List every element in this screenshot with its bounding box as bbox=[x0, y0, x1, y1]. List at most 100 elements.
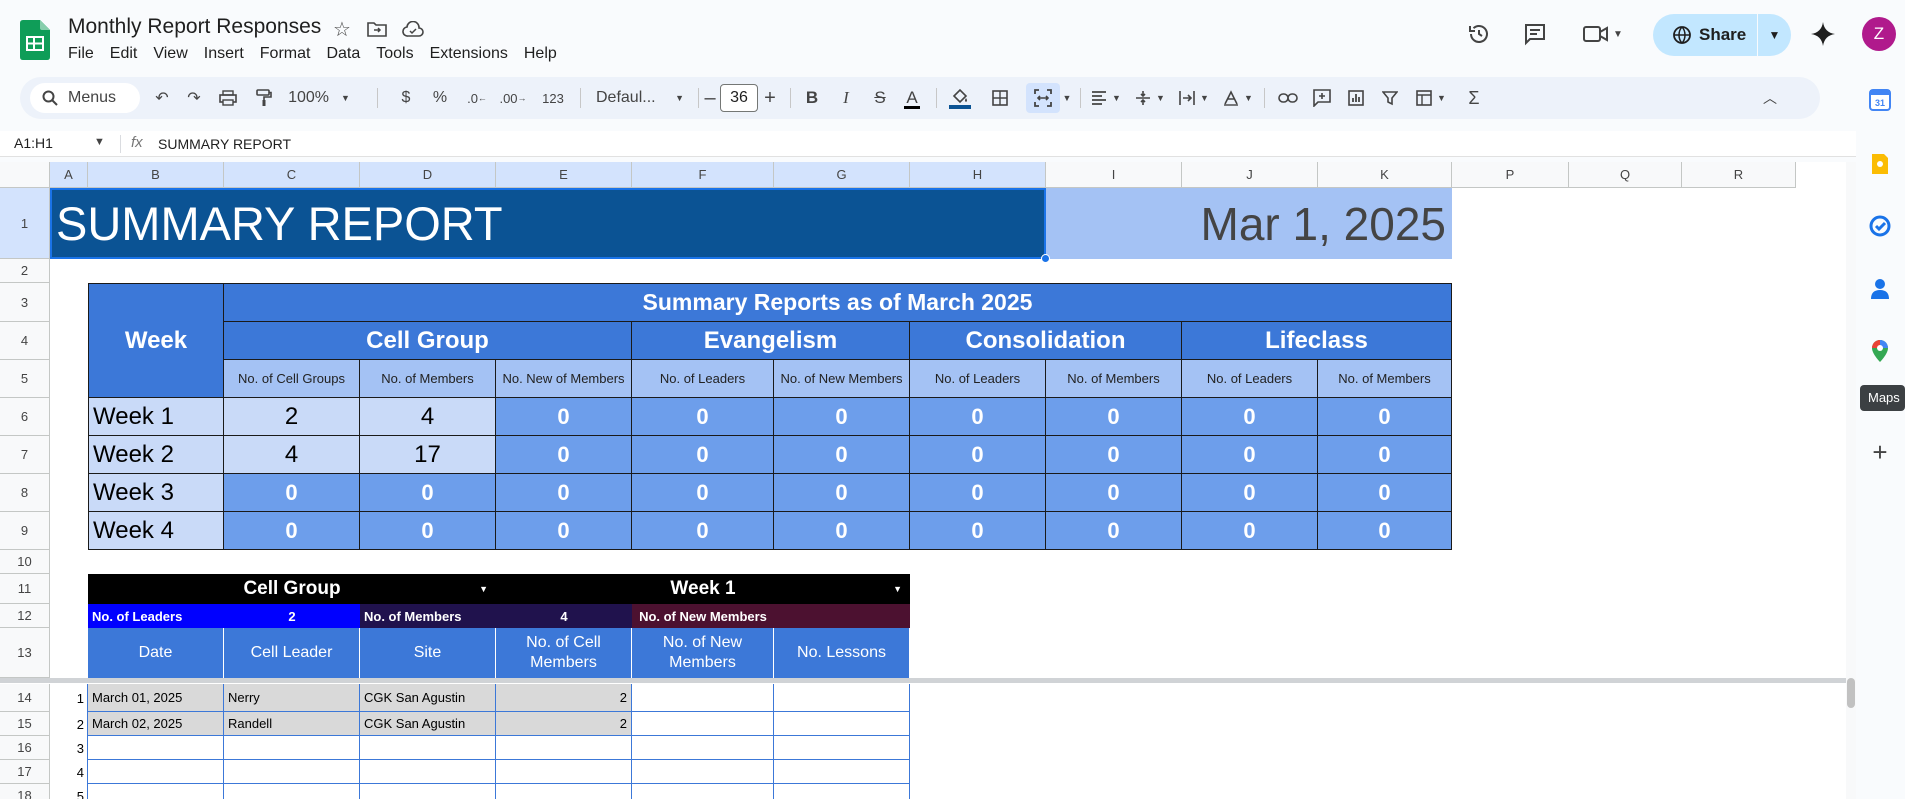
merge-cells-icon[interactable] bbox=[1026, 83, 1060, 113]
menu-tools[interactable]: Tools bbox=[368, 45, 421, 63]
avatar[interactable]: Z bbox=[1862, 17, 1896, 51]
summary-value-cell[interactable]: 2 bbox=[224, 398, 360, 436]
detail-leader-cell[interactable] bbox=[224, 784, 360, 799]
detail-members-cell[interactable]: 2 bbox=[496, 712, 632, 736]
members-value-cell[interactable]: 4 bbox=[496, 604, 632, 628]
summary-heading-cell[interactable]: Summary Reports as of March 2025 bbox=[224, 283, 1452, 322]
dropdown-icon[interactable]: ▼ bbox=[893, 584, 902, 594]
print-icon[interactable] bbox=[214, 83, 242, 113]
summary-value-cell[interactable]: 0 bbox=[774, 436, 910, 474]
views-icon[interactable]: ▼ bbox=[1410, 83, 1452, 113]
summary-value-cell[interactable]: 0 bbox=[1182, 512, 1318, 550]
summary-value-cell[interactable]: 0 bbox=[632, 398, 774, 436]
summary-value-cell[interactable]: 0 bbox=[1182, 398, 1318, 436]
detail-members-cell[interactable]: 2 bbox=[496, 684, 632, 712]
dropdown-icon[interactable]: ▼ bbox=[479, 584, 488, 594]
row-header-10[interactable]: 10 bbox=[0, 550, 50, 574]
row-number-cell[interactable]: 2 bbox=[50, 712, 88, 736]
column-header-d[interactable]: D bbox=[360, 162, 496, 188]
summary-value-cell[interactable]: 0 bbox=[1318, 474, 1452, 512]
detail-site-cell[interactable] bbox=[360, 784, 496, 799]
group-header-cell[interactable]: Evangelism bbox=[632, 322, 910, 360]
name-box[interactable]: A1:H1 bbox=[14, 135, 53, 151]
summary-value-cell[interactable]: 0 bbox=[224, 474, 360, 512]
summary-value-cell[interactable]: 4 bbox=[224, 436, 360, 474]
row-header-3[interactable]: 3 bbox=[0, 283, 50, 322]
decrease-font-size-button[interactable]: – bbox=[700, 83, 720, 113]
detail-leader-cell[interactable] bbox=[224, 760, 360, 784]
column-header-p[interactable]: P bbox=[1452, 162, 1569, 188]
row-header-1[interactable]: 1 bbox=[0, 188, 50, 259]
row-header-18[interactable]: 18 bbox=[0, 784, 50, 799]
summary-value-cell[interactable]: 0 bbox=[1046, 398, 1182, 436]
summary-value-cell[interactable]: 0 bbox=[1046, 512, 1182, 550]
detail-site-cell[interactable] bbox=[360, 760, 496, 784]
menu-view[interactable]: View bbox=[145, 45, 195, 63]
row-header-15[interactable]: 15 bbox=[0, 712, 50, 736]
menu-format[interactable]: Format bbox=[252, 45, 319, 63]
detail-date-cell[interactable]: March 02, 2025 bbox=[88, 712, 224, 736]
detail-date-cell[interactable] bbox=[88, 784, 224, 799]
menu-extensions[interactable]: Extensions bbox=[422, 45, 516, 63]
leaders-value-cell[interactable]: 2 bbox=[224, 604, 360, 628]
share-button[interactable]: Share bbox=[1653, 14, 1757, 56]
selection-handle[interactable] bbox=[1041, 254, 1050, 263]
row-number-cell[interactable]: 5 bbox=[50, 784, 88, 799]
cloud-saved-icon[interactable] bbox=[401, 17, 425, 41]
maps-icon[interactable] bbox=[1866, 337, 1894, 365]
scrollbar-thumb[interactable] bbox=[1847, 678, 1855, 708]
detail-date-cell[interactable]: March 01, 2025 bbox=[88, 684, 224, 712]
week-header-cell[interactable]: Week bbox=[88, 283, 224, 398]
decrease-decimal-button[interactable]: .0 ← bbox=[462, 83, 492, 113]
summary-value-cell[interactable]: 0 bbox=[496, 436, 632, 474]
valign-icon[interactable]: ▼ bbox=[1130, 83, 1170, 113]
detail-header-cell[interactable]: No. Lessons bbox=[774, 628, 910, 678]
chart-icon[interactable] bbox=[1342, 83, 1370, 113]
summary-value-cell[interactable]: 0 bbox=[774, 474, 910, 512]
menu-data[interactable]: Data bbox=[318, 45, 368, 63]
row-header-2[interactable]: 2 bbox=[0, 259, 50, 283]
new-members-value-cell[interactable] bbox=[774, 604, 910, 628]
summary-value-cell[interactable]: 0 bbox=[774, 398, 910, 436]
detail-leader-cell[interactable]: Randell bbox=[224, 712, 360, 736]
detail-new-cell[interactable] bbox=[632, 684, 774, 712]
functions-icon[interactable]: Σ bbox=[1460, 83, 1488, 113]
week-label-cell[interactable]: Week 1 bbox=[88, 398, 224, 436]
fill-color-icon[interactable] bbox=[946, 83, 974, 113]
text-color-button[interactable]: A bbox=[900, 83, 924, 113]
subheader-cell[interactable]: No. of Cell Groups bbox=[224, 360, 360, 398]
summary-value-cell[interactable]: 0 bbox=[496, 512, 632, 550]
group-header-cell[interactable]: Lifeclass bbox=[1182, 322, 1452, 360]
strikethrough-button[interactable]: S bbox=[868, 83, 892, 113]
row-header-12[interactable]: 12 bbox=[0, 604, 50, 628]
row-header-17[interactable]: 17 bbox=[0, 760, 50, 784]
summary-value-cell[interactable]: 0 bbox=[496, 474, 632, 512]
wrap-icon[interactable]: ▼ bbox=[1174, 83, 1214, 113]
calendar-icon[interactable]: 31 bbox=[1866, 86, 1894, 114]
undo-icon[interactable]: ↶ bbox=[148, 83, 176, 113]
tasks-icon[interactable] bbox=[1866, 212, 1894, 240]
new-members-label-cell[interactable]: No. of New Members bbox=[632, 604, 774, 628]
row-header-6[interactable]: 6 bbox=[0, 398, 50, 436]
detail-header-cell[interactable]: No. of New Members bbox=[632, 628, 774, 678]
summary-value-cell[interactable]: 0 bbox=[1046, 474, 1182, 512]
summary-value-cell[interactable]: 0 bbox=[360, 512, 496, 550]
summary-value-cell[interactable]: 0 bbox=[360, 474, 496, 512]
summary-value-cell[interactable]: 0 bbox=[774, 512, 910, 550]
name-box-dropdown-icon[interactable]: ▼ bbox=[94, 136, 105, 148]
number-format-button[interactable]: 123 bbox=[536, 83, 570, 113]
detail-site-cell[interactable]: CGK San Agustin bbox=[360, 684, 496, 712]
row-header-4[interactable]: 4 bbox=[0, 322, 50, 360]
group-header-cell[interactable]: Consolidation bbox=[910, 322, 1182, 360]
formula-input[interactable]: SUMMARY REPORT bbox=[158, 136, 291, 152]
subheader-cell[interactable]: No. of Leaders bbox=[910, 360, 1046, 398]
row-number-cell[interactable]: 1 bbox=[50, 684, 88, 712]
column-header-h[interactable]: H bbox=[910, 162, 1046, 188]
freeze-divider[interactable] bbox=[0, 678, 1846, 683]
currency-format-button[interactable]: $ bbox=[394, 83, 418, 113]
detail-header-cell[interactable]: Date bbox=[88, 628, 224, 678]
font-select[interactable]: Defaul... ▼ bbox=[590, 83, 690, 113]
row-header-16[interactable]: 16 bbox=[0, 736, 50, 760]
summary-value-cell[interactable]: 17 bbox=[360, 436, 496, 474]
week-label-cell[interactable]: Week 2 bbox=[88, 436, 224, 474]
